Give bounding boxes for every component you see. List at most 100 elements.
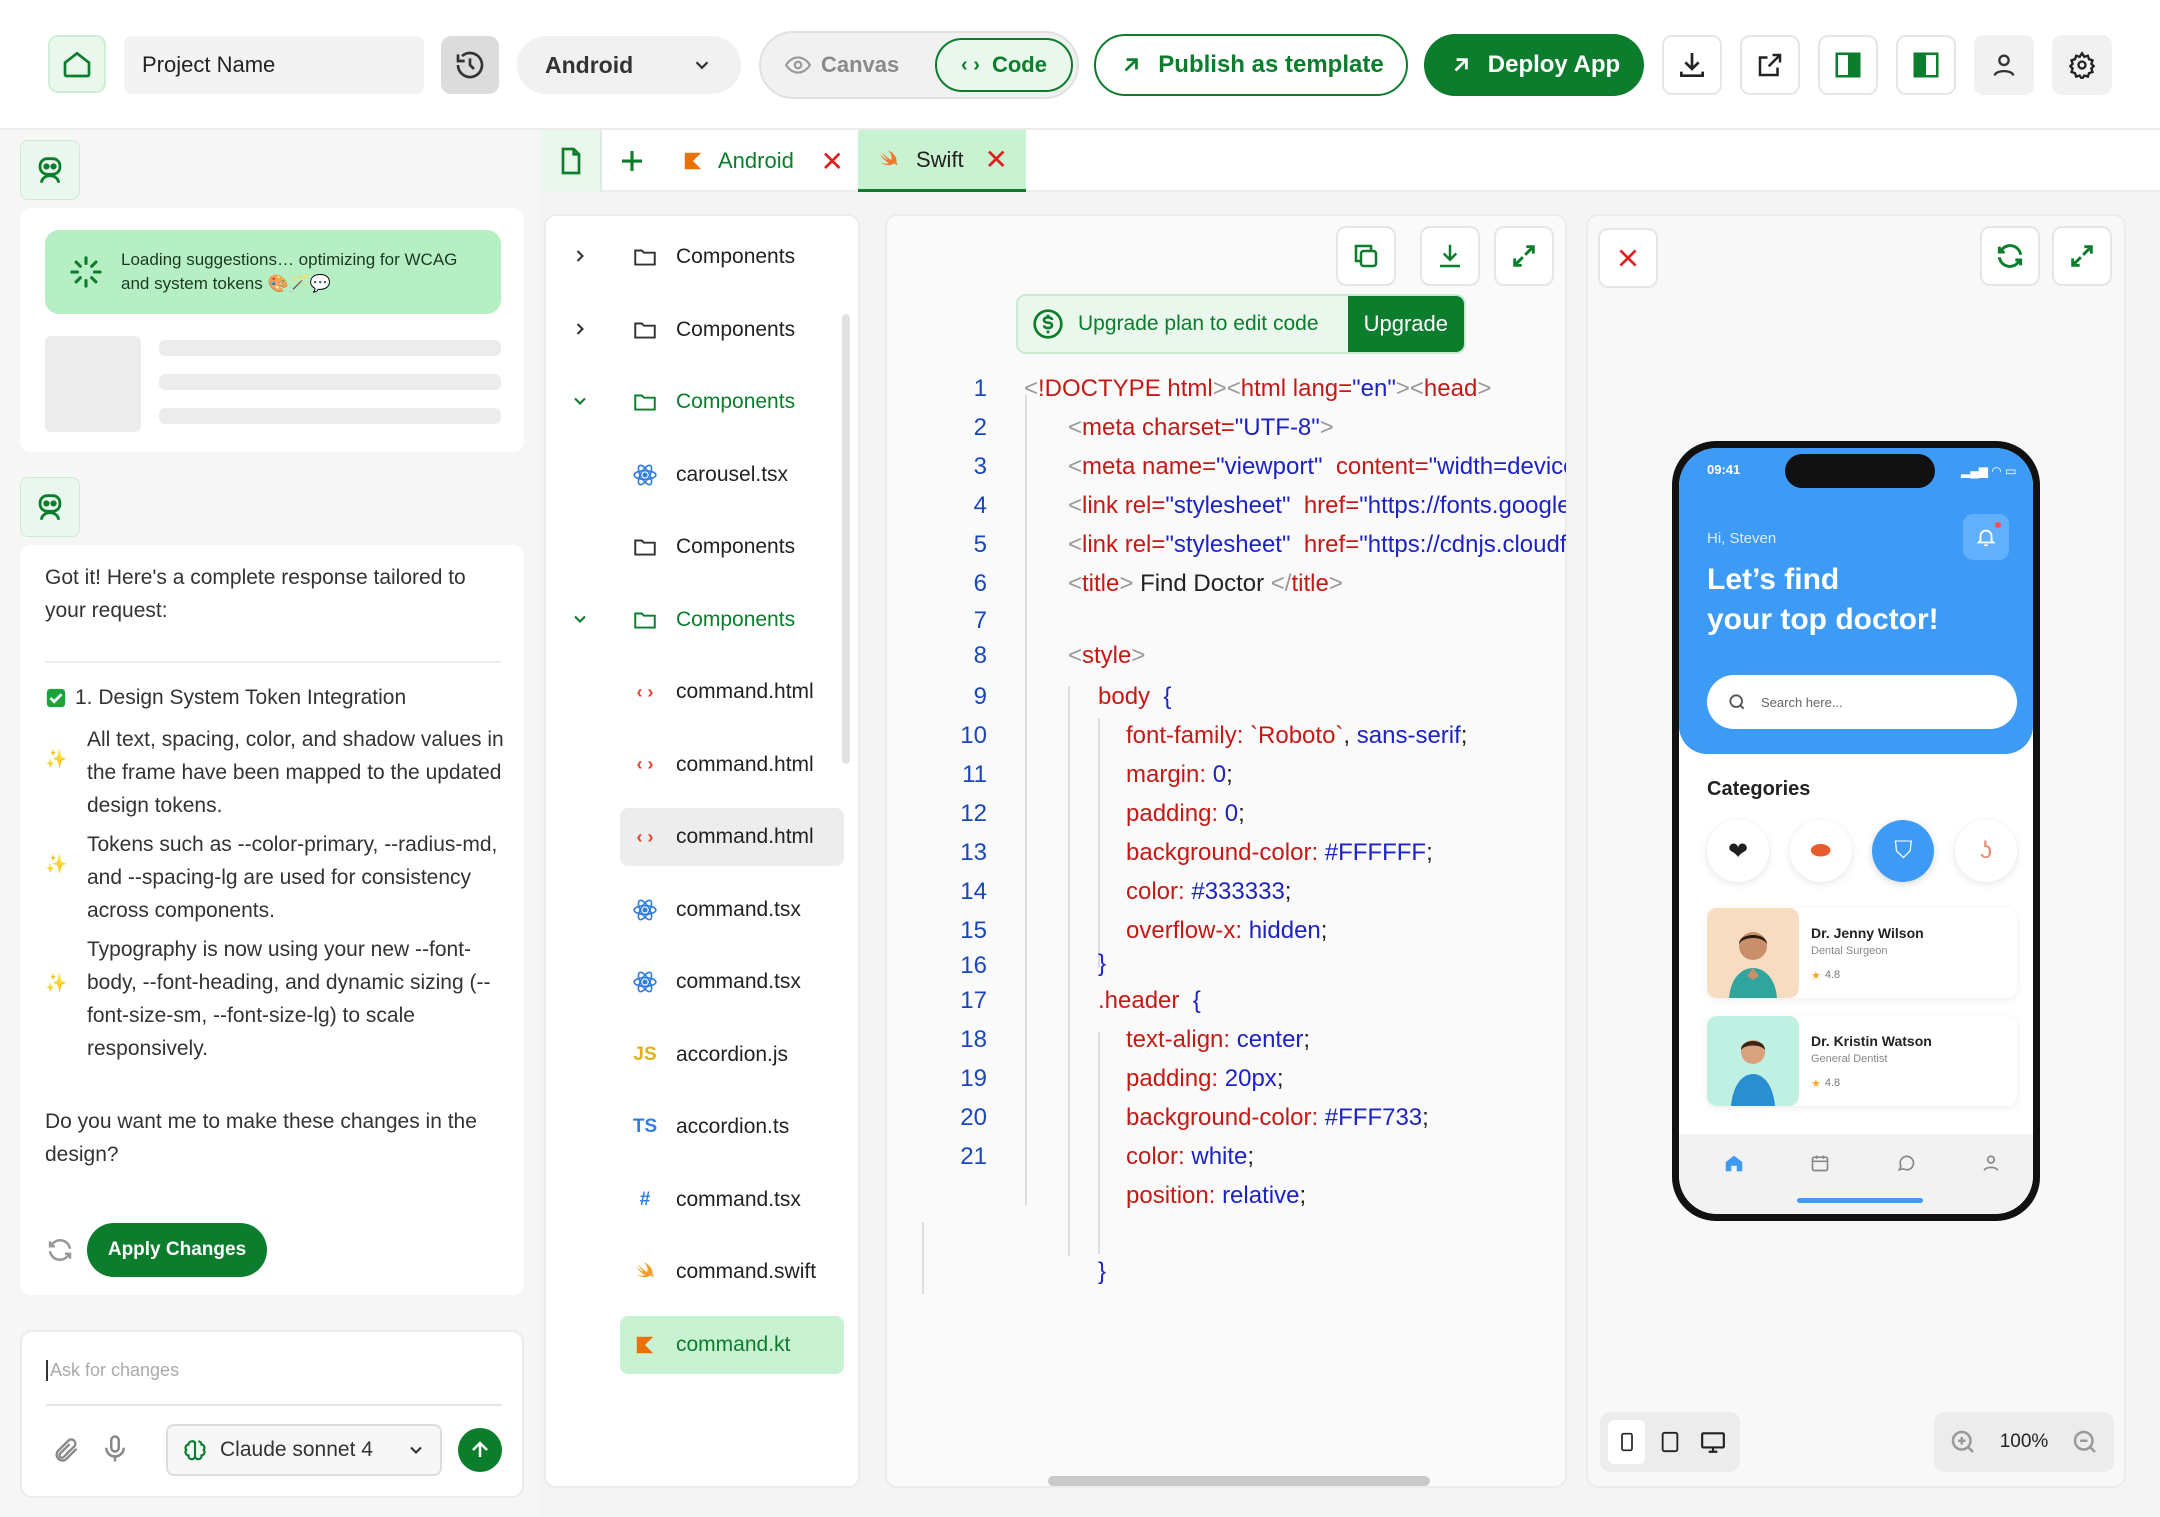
doctor-card[interactable]: Dr. Jenny Wilson Dental Surgeon ★ 4.8 xyxy=(1707,908,2017,998)
line-number: 1 xyxy=(973,375,987,402)
code-line[interactable]: color: #333333; xyxy=(1126,878,1291,906)
code-line[interactable]: background-color: #FFFFFF; xyxy=(1126,839,1433,867)
code-line[interactable]: text-align: center; xyxy=(1126,1026,1310,1054)
code-line[interactable]: } xyxy=(1098,950,1106,978)
user-icon[interactable] xyxy=(1981,1153,2001,1173)
code-token: ; xyxy=(1460,722,1468,749)
tablet-device-button[interactable] xyxy=(1651,1420,1688,1464)
doctor-info: Dr. Jenny Wilson Dental Surgeon ★ 4.8 xyxy=(1799,925,1924,982)
category-heart-icon[interactable]: ❤ xyxy=(1707,820,1769,882)
code-token: > xyxy=(1319,414,1334,441)
toggle-left-panel-button[interactable] xyxy=(1896,35,1956,95)
code-token: "stylesheet" xyxy=(1165,531,1291,558)
code-line[interactable]: <meta name="viewport" content="width=dev… xyxy=(1068,453,1566,481)
code-token: { xyxy=(1192,987,1201,1014)
expand-preview-button[interactable] xyxy=(2052,226,2112,286)
code-line[interactable]: color: white; xyxy=(1126,1143,1254,1171)
toggle-right-panel-button[interactable] xyxy=(1818,35,1878,95)
code-token: < xyxy=(1226,375,1241,402)
code-line[interactable]: overflow-x: hidden; xyxy=(1126,917,1327,945)
editor-horizontal-scrollbar[interactable] xyxy=(1048,1476,1430,1486)
code-token: href= xyxy=(1290,531,1360,558)
code-token: 0 xyxy=(1224,800,1239,827)
code-token: < xyxy=(1068,642,1083,669)
line-number: 13 xyxy=(960,839,987,866)
code-line[interactable]: <meta charset="UTF-8"> xyxy=(1068,414,1334,442)
model-selector[interactable]: Claude sonnet 4 xyxy=(166,1424,442,1476)
rating-value: 4.8 xyxy=(1824,969,1841,981)
zoom-out-icon[interactable] xyxy=(2070,1427,2100,1457)
monitor-icon xyxy=(1700,1429,1726,1455)
code-line[interactable]: padding: 0; xyxy=(1126,800,1245,828)
microphone-button[interactable] xyxy=(100,1434,130,1464)
code-token: ; xyxy=(1276,1065,1284,1092)
code-line[interactable]: font-family: `Roboto`, sans-serif; xyxy=(1126,722,1467,750)
category-pill-icon[interactable]: ⬬ xyxy=(1789,820,1852,882)
dynamic-island xyxy=(1785,454,1935,488)
send-button[interactable] xyxy=(458,1428,502,1472)
doctor-card[interactable]: Dr. Kristin Watson General Dentist ★ 4.8 xyxy=(1707,1016,2017,1106)
code-token: } xyxy=(1098,1258,1107,1285)
category-tooth-icon[interactable]: ⛉ xyxy=(1872,820,1935,882)
code-token: hidden xyxy=(1248,917,1321,944)
chat-input[interactable]: Ask for changes xyxy=(46,1360,179,1381)
code-line[interactable]: margin: 0; xyxy=(1126,761,1233,789)
star-icon: ★ xyxy=(1811,1077,1821,1090)
code-line[interactable]: background-color: #FFF733; xyxy=(1126,1104,1429,1132)
code-line[interactable]: padding: 20px; xyxy=(1126,1065,1283,1093)
chevron-down-icon xyxy=(406,1440,426,1460)
code-line[interactable]: position: relative; xyxy=(1126,1182,1306,1210)
panel-right-icon xyxy=(1833,50,1863,80)
code-token: ; xyxy=(1247,1143,1255,1170)
phone-search-bar[interactable]: Search here... xyxy=(1707,675,2017,729)
tree-file[interactable]: command.kt xyxy=(620,1315,844,1374)
code-line[interactable]: .header { xyxy=(1098,987,1201,1015)
notification-button[interactable] xyxy=(1963,514,2009,560)
tree-item-label: command.kt xyxy=(676,1332,791,1356)
doctor-role: Dental Surgeon xyxy=(1811,944,1888,957)
star-icon: ★ xyxy=(1811,969,1821,982)
headline-line: your top doctor! xyxy=(1707,603,1939,636)
calendar-icon[interactable] xyxy=(1810,1153,1830,1173)
code-token: ; xyxy=(1320,917,1328,944)
code-line[interactable]: <title> Find Doctor </title> xyxy=(1068,570,1343,598)
code-token: > xyxy=(1477,375,1492,402)
code-token: `Roboto` xyxy=(1250,722,1344,749)
chat-icon[interactable] xyxy=(1896,1153,1916,1173)
code-token: rel= xyxy=(1124,492,1166,519)
home-icon[interactable] xyxy=(1723,1152,1745,1174)
phone-screen: 09:41 ▂▄▆ ◠ ▭ Hi, Steven Let’s find your… xyxy=(1679,448,2033,1214)
attach-button[interactable] xyxy=(52,1436,80,1464)
code-line[interactable]: <link rel="stylesheet" href="https://cdn… xyxy=(1068,531,1566,559)
code-token: #FFF733 xyxy=(1324,1104,1423,1131)
close-icon xyxy=(1615,245,1641,271)
code-line[interactable]: <style> xyxy=(1068,642,1145,670)
download-icon xyxy=(1676,49,1708,81)
code-token: margin: xyxy=(1126,761,1213,788)
code-line[interactable]: } xyxy=(1098,1258,1106,1286)
category-stomach-icon[interactable]: ʖ xyxy=(1954,820,2017,882)
mobile-device-button[interactable] xyxy=(1608,1420,1646,1464)
refresh-preview-button[interactable] xyxy=(1980,226,2040,286)
profile-button[interactable] xyxy=(1974,35,2034,95)
code-line[interactable]: <link rel="stylesheet" href="https://fon… xyxy=(1068,492,1566,520)
code-token: color: xyxy=(1126,878,1192,905)
desktop-device-button[interactable] xyxy=(1695,1420,1732,1464)
close-preview-button[interactable] xyxy=(1598,228,1658,288)
code-token: padding: xyxy=(1126,1065,1225,1092)
line-number: 18 xyxy=(960,1026,987,1053)
phone-frame: 09:41 ▂▄▆ ◠ ▭ Hi, Steven Let’s find your… xyxy=(1672,441,2040,1221)
download-button[interactable] xyxy=(1662,35,1722,95)
phone-icon xyxy=(1617,1430,1637,1454)
zoom-in-icon[interactable] xyxy=(1948,1427,1978,1457)
open-external-button[interactable] xyxy=(1740,35,1800,95)
doctor-name: Dr. Jenny Wilson xyxy=(1811,924,1924,941)
code-token: content= xyxy=(1322,453,1429,480)
code-token: rel= xyxy=(1124,531,1166,558)
code-token: lang= xyxy=(1292,375,1353,402)
settings-button[interactable] xyxy=(2052,35,2112,95)
line-number: 20 xyxy=(960,1104,987,1131)
code-line[interactable]: <!DOCTYPE html><html lang="en"><head> xyxy=(1024,375,1491,403)
expand-icon xyxy=(2068,242,2096,270)
code-line[interactable]: body { xyxy=(1098,683,1171,711)
